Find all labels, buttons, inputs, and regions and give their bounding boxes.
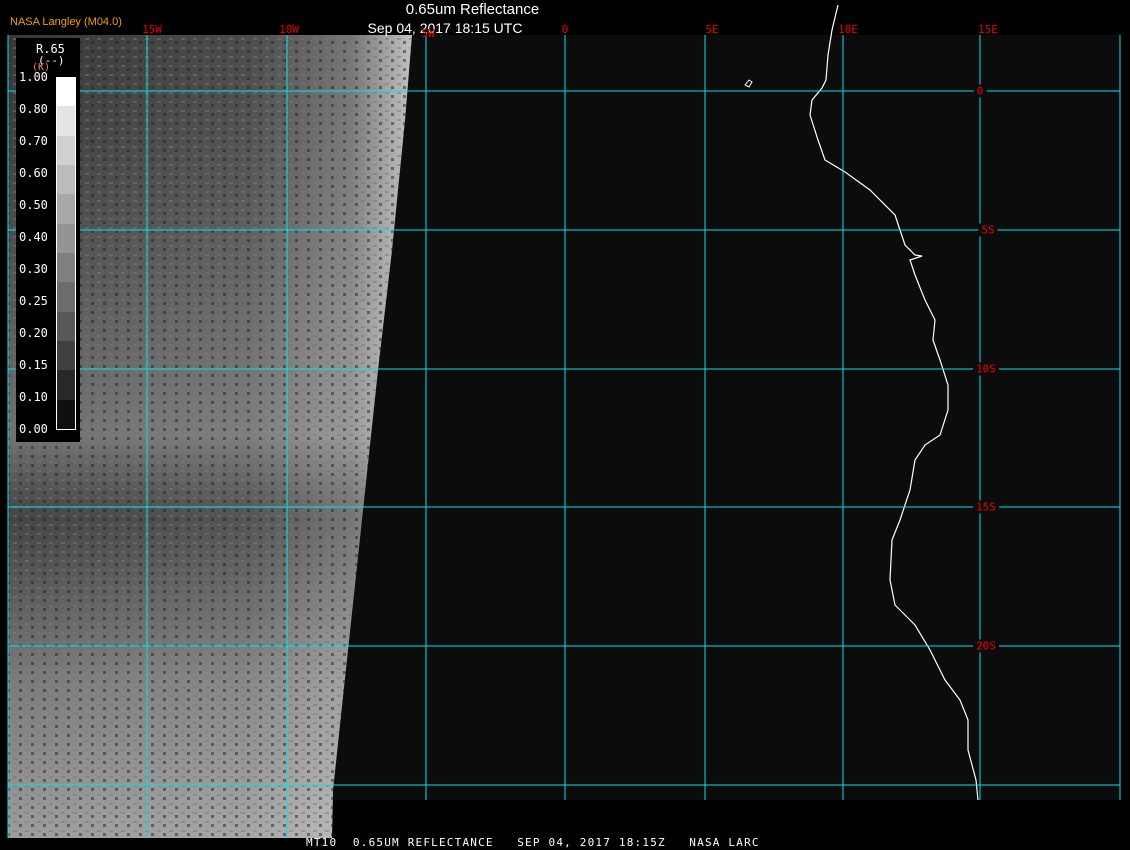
legend-swatch <box>57 340 75 371</box>
lon-label-5w: 5W <box>421 27 435 40</box>
lat-label-10s: 10S <box>973 362 999 376</box>
legend-swatch <box>57 135 75 165</box>
color-legend: R.65 (--) (K) 1.00 0.80 0.70 0.60 0.50 0.40 0.… <box>16 38 80 442</box>
lat-label-15s: 15S <box>973 500 999 514</box>
lon-label-15e: 15E <box>978 23 998 36</box>
legend-swatch <box>57 311 75 341</box>
legend-tick-label: 0.20 <box>19 326 48 340</box>
legend-swatch <box>57 282 75 312</box>
legend-tick-label: 0.15 <box>19 358 48 372</box>
legend-swatch <box>57 106 75 136</box>
legend-tick-label: 0.40 <box>19 230 48 244</box>
lon-label-0: 0 <box>561 23 569 36</box>
legend-swatch <box>57 194 75 224</box>
legend-tick-label: 0.60 <box>19 166 48 180</box>
legend-swatch <box>57 77 75 107</box>
lon-label-10w: 10W <box>279 23 299 36</box>
legend-tick-label: 0.80 <box>19 102 48 116</box>
legend-colorbar <box>56 77 76 430</box>
lon-label-15w: 15W <box>142 23 162 36</box>
legend-tick-label: 1.00 <box>19 70 48 84</box>
legend-tick-label: 0.00 <box>19 422 48 436</box>
map-datetime: Sep 04, 2017 18:15 UTC <box>367 20 523 36</box>
satellite-map <box>7 4 1121 838</box>
lon-label-5e: 5E <box>705 23 719 36</box>
legend-tick-label: 0.70 <box>19 134 48 148</box>
legend-tick-label: 0.25 <box>19 294 48 308</box>
lon-label-10e: 10E <box>838 23 858 36</box>
legend-tick-label: 0.10 <box>19 390 48 404</box>
legend-swatch <box>57 164 75 195</box>
lat-label-0: 0 <box>973 84 987 98</box>
legend-swatch <box>57 399 75 429</box>
lat-label-20s: 20S <box>973 639 999 653</box>
legend-swatch <box>57 252 75 283</box>
legend-tick-label: 0.30 <box>19 262 48 276</box>
legend-swatch <box>57 370 75 400</box>
map-title: 0.65um Reflectance <box>405 1 540 18</box>
legend-tick-label: 0.50 <box>19 198 48 212</box>
footer-caption: MT10 0.65UM REFLECTANCE SEP 04, 2017 18:… <box>306 836 760 849</box>
legend-swatch <box>57 223 75 253</box>
lat-label-5s: 5S <box>978 223 998 237</box>
